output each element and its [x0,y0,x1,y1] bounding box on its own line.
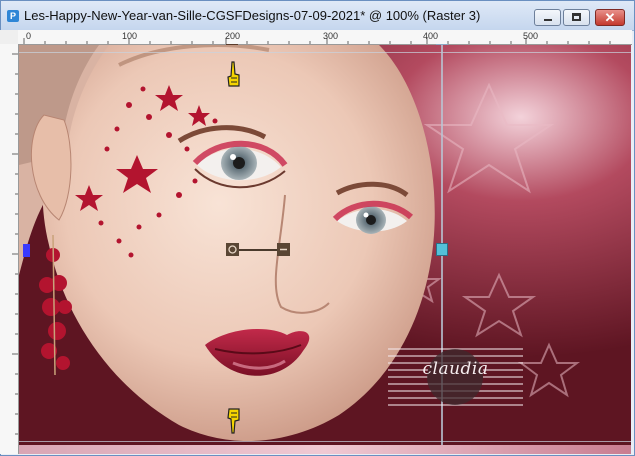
close-icon: ✕ [604,10,616,25]
canvas-bottom-strip [19,445,631,454]
horizontal-ruler[interactable]: 0 100 200 300 400 500 [18,30,632,45]
ruler-label-400: 400 [423,31,439,41]
minimize-icon [544,19,552,21]
ruler-label-500: 500 [523,31,539,41]
ruler-label-100: 100 [122,31,138,41]
left-edge-handle[interactable] [23,244,30,257]
ruler-label-300: 300 [323,31,339,41]
ruler-label-200: 200 [225,31,241,41]
vertical-ruler-ticks [12,53,18,435]
vertical-ruler[interactable] [0,44,19,454]
app-icon: P [7,10,19,22]
horizontal-guide-bottom[interactable] [19,441,631,442]
maximize-button[interactable] [563,9,590,26]
window-title: Les-Happy-New-Year-van-Sille-CGSFDesigns… [24,8,481,23]
hand-pointer-icon[interactable] [226,60,242,90]
close-button[interactable]: ✕ [595,9,625,26]
portrait-artwork [19,45,631,445]
hand-pointer-icon[interactable] [226,405,242,435]
watermark-text: claudia [422,359,489,379]
ruler-label-0: 0 [26,31,32,41]
rotation-handle-icon[interactable] [226,243,290,257]
minimize-button[interactable] [534,9,561,26]
image-canvas[interactable] [19,45,631,445]
watermark-logo: claudia [388,345,523,408]
maximize-icon [572,13,581,21]
title-bar[interactable]: P Les-Happy-New-Year-van-Sille-CGSFDesig… [1,1,634,31]
guide-handle[interactable] [436,243,448,256]
horizontal-guide-top[interactable] [19,52,631,53]
ruler-corner [0,30,19,45]
